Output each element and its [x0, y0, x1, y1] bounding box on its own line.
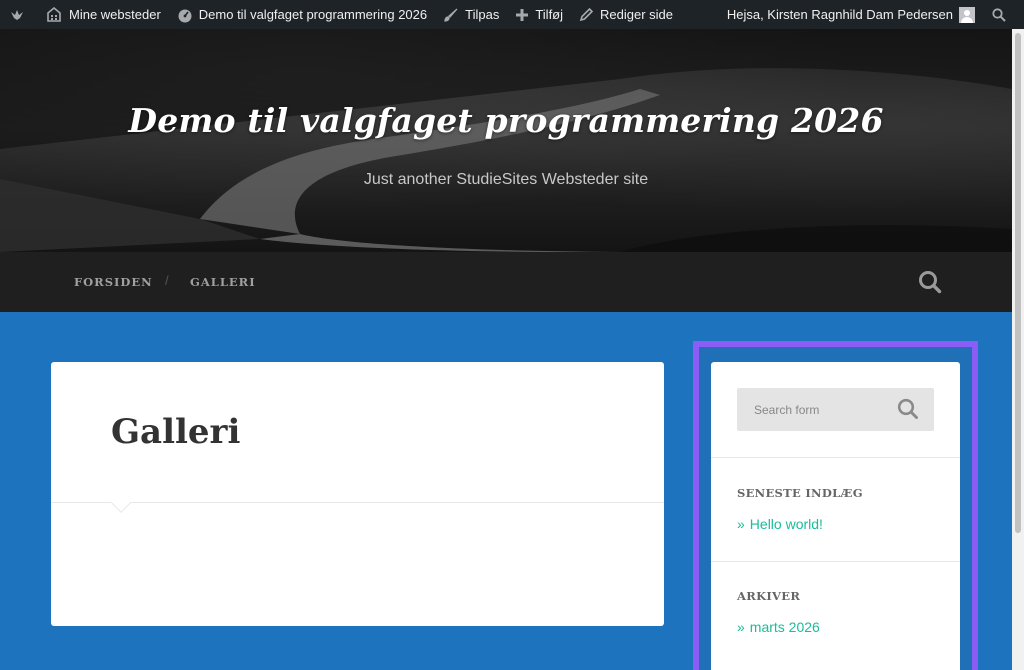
- post-divider: [51, 502, 664, 503]
- site-name-menu[interactable]: Demo til valgfaget programmering 2026: [168, 0, 434, 29]
- widget-divider: [711, 457, 960, 458]
- my-sites-menu[interactable]: Mine websteder: [38, 0, 168, 29]
- search-submit-button[interactable]: [897, 398, 919, 425]
- new-label: Tilføj: [535, 7, 564, 22]
- scrollbar-thumb[interactable]: [1015, 33, 1021, 533]
- dashboard-icon: [178, 9, 192, 22]
- search-icon: [919, 271, 942, 294]
- plus-icon: [516, 8, 529, 21]
- greeting-text: Hejsa, Kirsten Ragnhild Dam Pedersen: [726, 7, 953, 22]
- archives-title: ARKIVER: [737, 589, 801, 603]
- customize-link[interactable]: Tilpas: [434, 0, 506, 29]
- brush-icon: [444, 8, 458, 22]
- main-navigation: FORSIDEN / GALLERI: [0, 252, 1012, 312]
- nav-search-button[interactable]: [918, 270, 942, 299]
- site-name-label: Demo til valgfaget programmering 2026: [198, 7, 428, 22]
- wp-logo-menu[interactable]: [0, 0, 38, 29]
- avatar: [959, 6, 975, 23]
- archive-link[interactable]: » marts 2026: [737, 619, 820, 635]
- edit-label: Rediger side: [600, 7, 674, 22]
- bullet-icon: »: [737, 619, 745, 635]
- site-title[interactable]: Demo til valgfaget programmering 2026: [0, 101, 1012, 140]
- search-icon: [992, 7, 1006, 22]
- edit-page-link[interactable]: Rediger side: [570, 0, 680, 29]
- search-placeholder: Search form: [754, 403, 820, 417]
- archive-label: marts 2026: [749, 619, 820, 635]
- nav-item-forsiden[interactable]: FORSIDEN: [74, 275, 153, 289]
- page-scrollbar[interactable]: [1012, 29, 1024, 670]
- adminbar-search-button[interactable]: [985, 0, 1024, 29]
- search-icon: [897, 398, 918, 419]
- my-sites-label: Mine websteder: [69, 7, 161, 22]
- pencil-icon: [579, 7, 594, 22]
- nav-separator: /: [165, 273, 169, 288]
- recent-post-label: Hello world!: [749, 516, 823, 532]
- search-input[interactable]: Search form: [737, 388, 934, 431]
- widget-divider: [711, 561, 960, 562]
- bird-logo-icon: [11, 9, 23, 20]
- recent-post-link[interactable]: » Hello world!: [737, 516, 823, 532]
- page-title: Galleri: [111, 412, 241, 452]
- sidebar: Search form SENESTE INDLÆG » Hello world!…: [711, 362, 960, 670]
- post-divider-notch: [111, 493, 131, 513]
- account-menu[interactable]: Hejsa, Kirsten Ragnhild Dam Pedersen: [720, 0, 985, 29]
- sites-icon: [47, 6, 61, 22]
- header-background-image: [0, 29, 1012, 252]
- site-description: Just another StudieSites Websteder site: [363, 171, 649, 188]
- site-header: Demo til valgfaget programmering 2026 Ju…: [0, 29, 1012, 252]
- admin-bar: Mine websteder Demo til valgfaget progra…: [0, 0, 1024, 29]
- customize-label: Tilpas: [465, 7, 500, 22]
- post-card: Galleri: [51, 362, 664, 626]
- new-content-menu[interactable]: Tilføj: [506, 0, 570, 29]
- bullet-icon: »: [737, 516, 745, 532]
- recent-posts-title: SENESTE INDLÆG: [737, 486, 863, 500]
- nav-item-galleri[interactable]: GALLERI: [190, 275, 256, 289]
